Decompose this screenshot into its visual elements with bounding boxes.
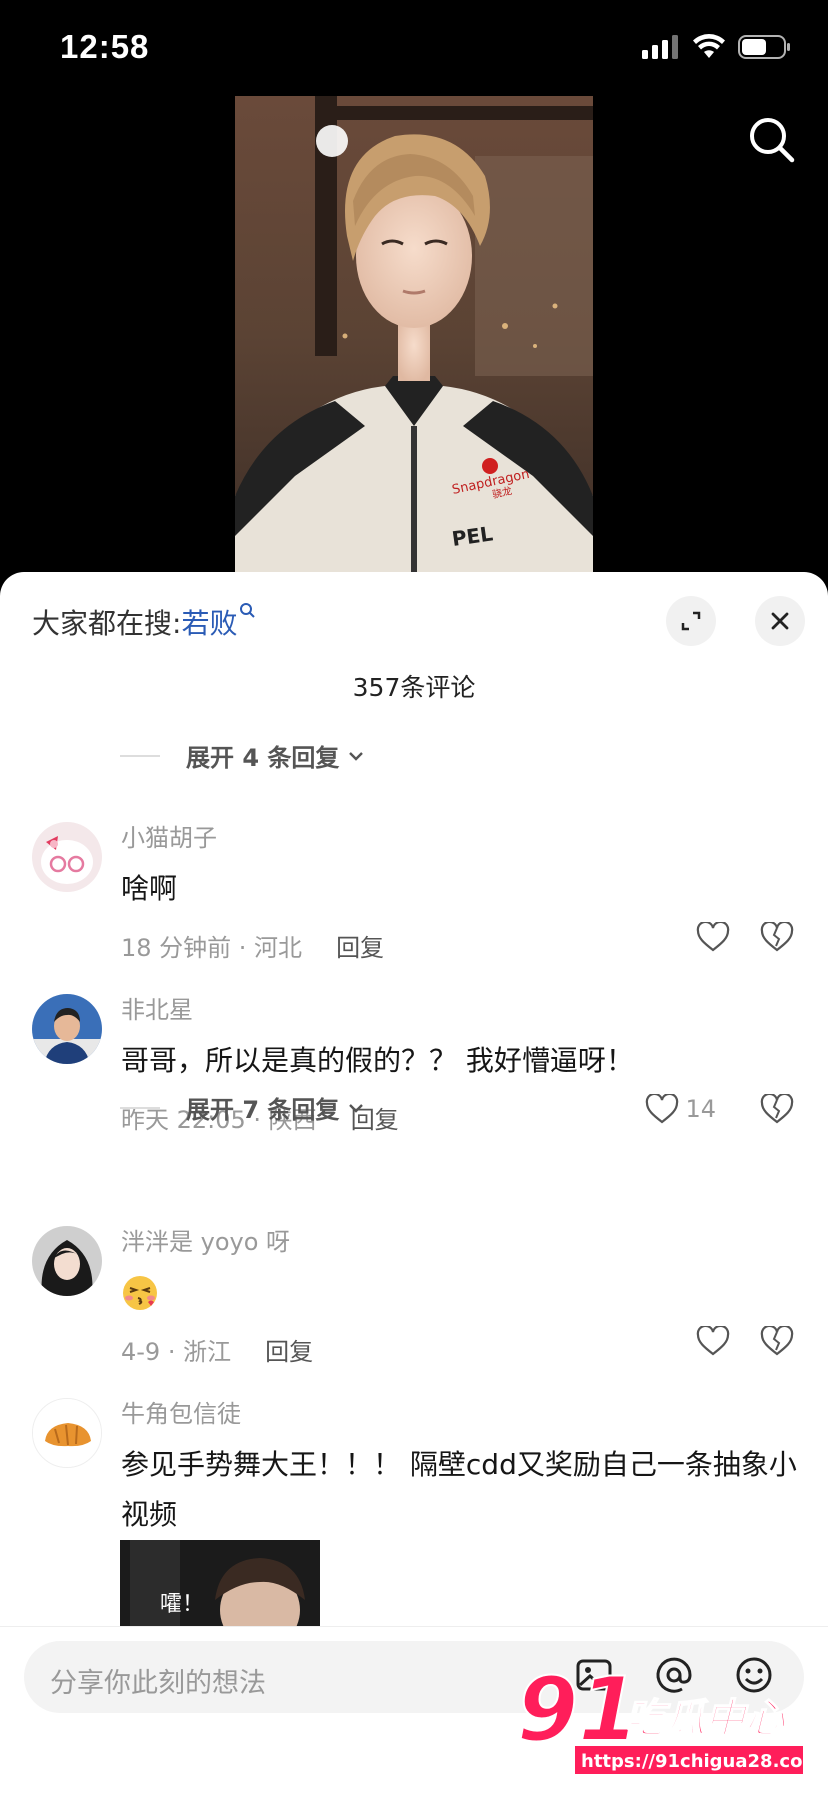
close-icon xyxy=(771,612,789,630)
comment-time-location: 18 分钟前 · 河北 xyxy=(121,934,303,962)
emoji-sticker xyxy=(121,1274,159,1316)
dislike-button[interactable] xyxy=(760,1324,794,1360)
comment-meta: 4-9 · 浙江 回复 xyxy=(121,1332,313,1367)
wifi-icon xyxy=(693,34,725,58)
expand-replies-mid[interactable]: 展开 7 条回复 xyxy=(120,1090,365,1125)
heart-icon xyxy=(696,1326,730,1356)
expand-icon xyxy=(681,611,701,631)
comment-text: 啥啊 xyxy=(121,872,178,905)
trending-search[interactable]: 大家都在搜:若败 xyxy=(32,602,257,642)
status-bar: 12:58 xyxy=(0,0,828,100)
avatar[interactable] xyxy=(32,822,102,892)
like-button[interactable] xyxy=(696,1326,730,1356)
watermark-url: https://91chigua28.com xyxy=(581,1751,805,1772)
trending-keyword[interactable]: 若败 xyxy=(181,607,237,640)
reply-button[interactable]: 回复 xyxy=(265,1332,313,1367)
like-button[interactable]: 14 xyxy=(645,1094,716,1124)
dislike-button[interactable] xyxy=(760,1092,794,1128)
watermark-number: 91 xyxy=(517,1660,639,1761)
divider-line xyxy=(120,754,160,757)
avatar[interactable] xyxy=(32,1398,102,1468)
divider-line xyxy=(120,1106,160,1109)
avatar[interactable] xyxy=(32,1226,102,1296)
comment-username[interactable]: 小猫胡子 xyxy=(121,818,217,853)
dislike-button[interactable] xyxy=(760,920,794,956)
battery-icon xyxy=(738,35,790,59)
kiss-emoji-icon xyxy=(123,1276,157,1310)
comment-video-thumbnail[interactable]: 嚯！ xyxy=(120,1540,320,1650)
comment-text: 哥哥，所以是真的假的？？ 我好懵逼呀！ xyxy=(121,1044,634,1077)
trending-label: 大家都在搜: xyxy=(32,607,182,640)
expand-replies-label: 展开 7 条回复 xyxy=(186,1096,340,1124)
video-player[interactable]: Snapdragon 骁龙 PEL xyxy=(235,96,593,576)
chevron-down-icon xyxy=(349,1103,364,1113)
comment-text: 参见手势舞大王！！！ 隔壁cdd又奖励自己一条抽象小视频 xyxy=(121,1448,797,1531)
like-count: 14 xyxy=(685,1095,716,1123)
search-small-icon xyxy=(240,603,256,618)
heart-icon xyxy=(696,922,730,952)
chevron-down-icon xyxy=(349,751,364,761)
thumbnail-caption: 嚯！ xyxy=(160,1592,205,1617)
signal-icon xyxy=(642,35,678,59)
comment-username[interactable]: 非北星 xyxy=(121,990,193,1025)
reply-button[interactable]: 回复 xyxy=(336,928,384,963)
status-time: 12:58 xyxy=(60,28,150,65)
comment-count-title: 357条评论 xyxy=(352,673,476,702)
close-button[interactable] xyxy=(755,596,805,646)
broken-heart-icon xyxy=(760,1092,794,1124)
expand-replies-label: 展开 4 条回复 xyxy=(186,744,340,772)
comment-username[interactable]: 泮泮是 yoyo 呀 xyxy=(121,1222,290,1257)
watermark-logo: 91 吃瓜中心 https://91chigua28.com xyxy=(515,1657,821,1780)
broken-heart-icon xyxy=(760,920,794,952)
heart-icon xyxy=(646,1094,679,1124)
avatar[interactable] xyxy=(32,994,102,1064)
search-button[interactable] xyxy=(744,112,800,168)
comment-username[interactable]: 牛角包信徒 xyxy=(121,1394,241,1429)
broken-heart-icon xyxy=(760,1324,794,1356)
expand-replies-top[interactable]: 展开 4 条回复 xyxy=(120,738,365,773)
comment-time-location: 4-9 · 浙江 xyxy=(121,1338,232,1366)
expand-fullscreen-button[interactable] xyxy=(666,596,716,646)
search-icon xyxy=(750,118,795,163)
like-button[interactable] xyxy=(696,922,730,952)
comment-meta: 18 分钟前 · 河北 回复 xyxy=(121,928,384,963)
watermark-name: 吃瓜中心 xyxy=(625,1696,786,1742)
input-placeholder: 分享你此刻的想法 xyxy=(50,1668,266,1699)
comment-sheet: 大家都在搜:若败 357条评论 展开 4 条回复 小猫胡子 啥啊 18 分钟前 … xyxy=(0,572,828,1792)
video-frame: Snapdragon 骁龙 PEL xyxy=(235,96,593,576)
status-icons xyxy=(642,34,792,60)
